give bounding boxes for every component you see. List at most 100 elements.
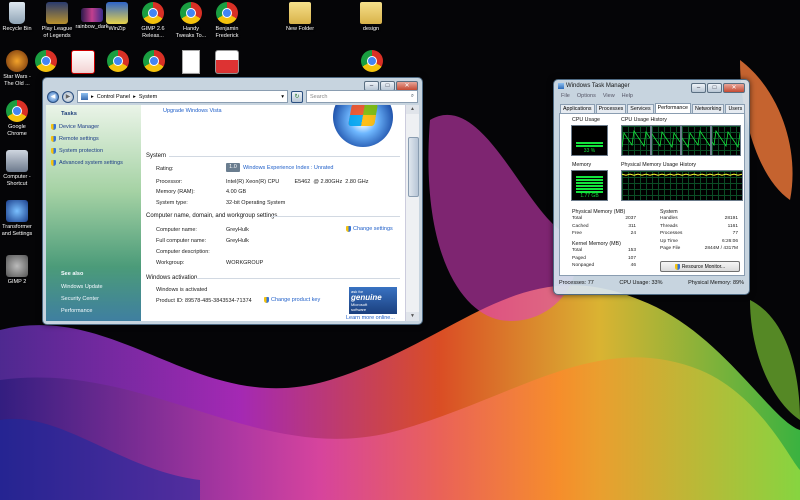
menu-file[interactable]: File xyxy=(561,93,570,99)
desktop-icon-label: New Folder xyxy=(285,26,315,32)
menu-bar: File Options View Help xyxy=(561,93,633,99)
stat-value: 77 xyxy=(732,231,738,236)
change-product-key-link[interactable]: Change product key xyxy=(264,297,320,303)
breadcrumb-arrow-icon: ▸ xyxy=(133,93,136,100)
learn-more-link[interactable]: Learn more online... xyxy=(346,315,395,321)
chrome-icon xyxy=(216,2,238,24)
resource-monitor-label: Resource Monitor... xyxy=(681,263,726,270)
stat-value: 24 xyxy=(630,231,636,236)
stat-row: Handles 28191 xyxy=(660,216,738,221)
see-also-header: See also xyxy=(61,271,84,277)
task-system-protection[interactable]: System protection xyxy=(51,148,103,154)
experience-index-link[interactable]: Windows Experience Index : Unrated xyxy=(243,165,334,171)
folder-icon xyxy=(360,2,382,24)
dropdown-arrow-icon[interactable]: ▾ xyxy=(281,94,284,100)
desktop-icon[interactable]: design xyxy=(346,2,396,33)
activation-status: Windows is activated xyxy=(156,287,208,293)
search-placeholder: Search xyxy=(310,93,328,100)
memory-text: 1.77 GB xyxy=(580,193,599,199)
refresh-button[interactable]: ↻ xyxy=(291,90,303,103)
tab-performance[interactable]: Performance xyxy=(654,103,691,113)
desktop-icon[interactable]: Transformer and Settings xyxy=(0,200,42,237)
status-cpu-usage: CPU Usage: 33% xyxy=(619,280,663,286)
breadcrumb-control-panel[interactable]: Control Panel xyxy=(97,94,130,100)
link-performance[interactable]: Performance xyxy=(61,308,93,314)
memory-history-label: Physical Memory Usage History xyxy=(621,162,697,168)
stat-row: Processes 77 xyxy=(660,231,738,236)
stat-value: 153 xyxy=(627,248,636,253)
system-section-title: System xyxy=(146,153,167,159)
desktop-icon[interactable]: Benjamin Frederick xyxy=(202,2,252,39)
desktop-icon[interactable]: Google Chrome xyxy=(0,100,42,137)
computer-name-label: Computer name: xyxy=(156,227,197,233)
stat-value: 46 xyxy=(630,263,636,268)
shield-icon xyxy=(264,297,269,303)
task-manager-icon xyxy=(558,83,564,89)
desktop-icon[interactable] xyxy=(347,50,397,74)
cpu-history-label: CPU Usage History xyxy=(621,117,667,123)
experience-index[interactable]: 1.0 Windows Experience Index : Unrated xyxy=(226,163,334,172)
forward-button[interactable]: ▶ xyxy=(62,90,74,103)
stat-key: Paged xyxy=(572,255,586,261)
desktop-icon[interactable]: GIMP 2 xyxy=(0,255,42,286)
shield-icon xyxy=(51,136,56,142)
folder-icon xyxy=(289,2,311,24)
breadcrumb-system[interactable]: System xyxy=(139,94,157,100)
desktop-icon[interactable]: Computer - Shortcut xyxy=(0,150,42,187)
computer-name-section-title: Computer name, domain, and workgroup set… xyxy=(146,213,278,219)
menu-view[interactable]: View xyxy=(603,93,615,99)
shield-icon xyxy=(51,160,56,166)
genuine-microsoft-badge[interactable]: ask for genuine Microsoft software xyxy=(349,287,397,314)
rating-label: Rating: xyxy=(156,166,174,172)
task-manager-window[interactable]: Windows Task Manager – □ ✕ File Options … xyxy=(553,79,750,295)
stat-row: Page File 2844M / 4317M xyxy=(660,246,738,251)
cpu-core-graph xyxy=(651,125,681,156)
maximize-button[interactable]: □ xyxy=(707,83,722,93)
text-file-icon xyxy=(182,50,200,74)
control-panel-icon xyxy=(81,93,88,100)
link-windows-update[interactable]: Windows Update xyxy=(61,284,103,290)
address-bar[interactable]: ▸ Control Panel ▸ System ▾ xyxy=(77,90,288,103)
tasks-header: Tasks xyxy=(61,111,78,117)
stat-value: 6:26:06 xyxy=(721,238,738,244)
control-panel-window[interactable]: – □ ✕ ◀ ▶ ▸ Control Panel ▸ System ▾ ↻ S… xyxy=(42,77,423,325)
stat-key: Up Time xyxy=(660,238,678,244)
scroll-thumb[interactable] xyxy=(408,137,419,197)
back-button[interactable]: ◀ xyxy=(47,90,59,103)
stat-value: 2844M / 4317M xyxy=(704,246,738,251)
stat-key: Threads xyxy=(660,223,678,229)
stat-row: Nonpaged 46 xyxy=(572,263,636,268)
desktop-icon-label: Google Chrome xyxy=(7,124,27,137)
stat-row: Paged 107 xyxy=(572,256,636,261)
menu-help[interactable]: Help xyxy=(622,93,633,99)
stat-value: 1161 xyxy=(727,223,738,229)
shield-icon xyxy=(346,226,351,232)
workgroup-label: Workgroup: xyxy=(156,260,185,266)
close-button[interactable]: ✕ xyxy=(723,83,745,93)
link-security-center[interactable]: Security Center xyxy=(61,296,99,302)
desktop-icon[interactable] xyxy=(202,50,252,76)
computer-description-label: Computer description: xyxy=(156,249,210,255)
scroll-up-icon[interactable]: ▲ xyxy=(406,105,419,114)
stat-key: Cached xyxy=(572,223,589,229)
stat-row: Free 24 xyxy=(572,231,636,236)
menu-options[interactable]: Options xyxy=(577,93,596,99)
resource-monitor-button[interactable]: Resource Monitor... xyxy=(660,261,740,272)
task-advanced-system-settings[interactable]: Advanced system settings xyxy=(51,160,123,166)
vertical-scrollbar[interactable]: ▲ ▼ xyxy=(405,105,419,321)
task-device-manager[interactable]: Device Manager xyxy=(51,124,99,130)
physical-memory-header: Physical Memory (MB) xyxy=(572,209,626,215)
memory-label: Memory (RAM): xyxy=(156,189,195,195)
search-icon[interactable]: ⌕ xyxy=(411,93,414,100)
desktop-icon[interactable]: New Folder xyxy=(275,2,325,33)
chrome-icon xyxy=(361,50,383,72)
rating-badge: 1.0 xyxy=(226,163,240,172)
scroll-down-icon[interactable]: ▼ xyxy=(406,312,419,321)
upgrade-windows-link[interactable]: Upgrade Windows Vista xyxy=(163,108,222,114)
change-settings-link[interactable]: Change settings xyxy=(346,226,393,232)
chrome-icon xyxy=(35,50,57,72)
minimize-button[interactable]: – xyxy=(691,83,706,93)
system-header: System xyxy=(660,209,678,215)
task-remote-settings[interactable]: Remote settings xyxy=(51,136,99,142)
search-input[interactable]: Search ⌕ xyxy=(306,90,418,103)
